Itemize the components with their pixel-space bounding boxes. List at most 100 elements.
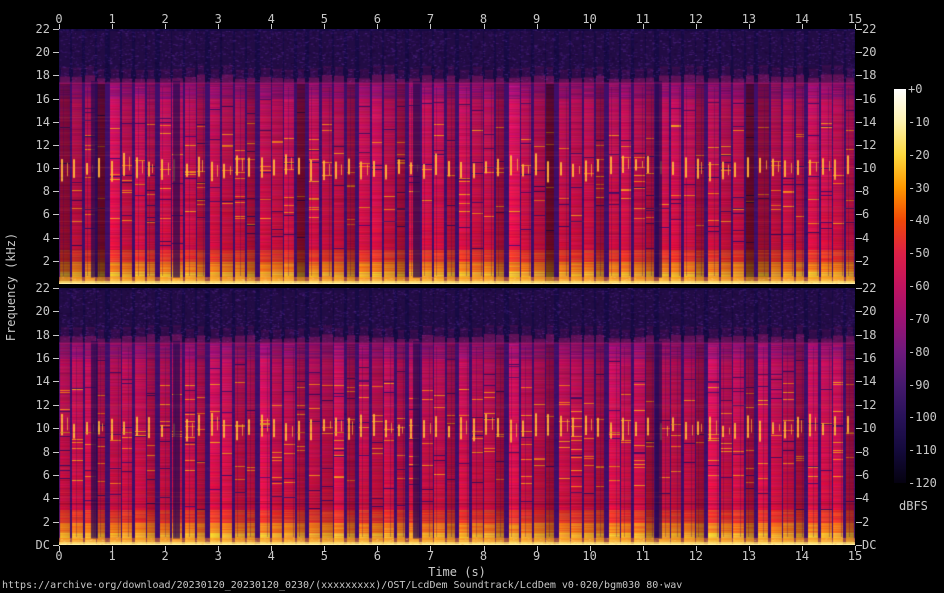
freq-tick-label-right: 8 [862,445,870,459]
colorbar-tick-label: -70 [908,311,930,326]
colorbar-tick-label: -110 [908,443,937,458]
time-tick-label-bottom: 2 [161,549,169,563]
freq-tick-label-left: 6 [42,207,50,221]
time-tick-label-bottom: 0 [55,549,63,563]
axis-tick [112,24,114,29]
spectrogram-channel-1 [59,29,855,284]
colorbar-tick-label: -50 [908,246,930,261]
axis-tick [53,545,59,546]
freq-tick-label-right: 18 [862,68,877,82]
freq-tick-label-right: 20 [862,304,877,318]
axis-tick [536,24,538,29]
axis-tick [377,24,379,29]
freq-tick-label-left: 10 [35,421,50,435]
axis-tick [53,358,59,359]
colorbar-tick-label: -60 [908,279,930,293]
colorbar-tick-label: -30 [908,180,930,195]
freq-tick-label-right: 16 [862,92,877,106]
freq-tick-label-right: 10 [862,161,877,175]
spectrogram-channel-2 [59,288,855,545]
axis-tick [53,288,59,289]
axis-tick [642,24,644,29]
source-url-text: https://archive·org/download/20230120_20… [2,580,683,591]
freq-tick-label-right: 22 [862,22,877,36]
axis-tick [53,381,59,382]
time-tick-label-bottom: 9 [532,549,541,563]
freq-tick-label-left: 12 [35,138,50,152]
freq-tick-label-left: 20 [35,45,50,59]
time-tick-label-bottom: 7 [426,549,435,563]
freq-tick-label-left: 10 [35,161,50,175]
freq-tick-label-left: 2 [42,515,50,529]
freq-dc-label-left: DC [35,538,50,552]
axis-tick [53,335,59,336]
colorbar-tick-label: -120 [908,476,937,490]
freq-tick-label-right: 20 [862,45,877,59]
axis-tick [748,24,750,29]
freq-tick-label-right: 22 [862,281,877,295]
axis-tick [695,24,697,29]
time-tick-label-bottom: 15 [847,549,863,563]
colorbar-tick-label: +0 [908,82,923,96]
colorbar-gradient [894,89,906,483]
time-tick-label-bottom: 5 [320,549,328,563]
freq-tick-label-right: 4 [862,231,870,245]
freq-tick-label-left: 16 [35,92,50,106]
axis-tick [53,168,59,169]
freq-tick-label-left: 4 [42,491,50,505]
axis-tick [53,452,59,453]
colorbar-tick-label: -10 [908,114,930,129]
time-tick-label-bottom: 13 [741,549,757,563]
freq-tick-label-right: 18 [862,328,877,342]
axis-tick [271,24,273,29]
freq-tick-label-left: 8 [42,445,50,459]
axis-tick [53,191,59,192]
axis-tick [59,24,60,29]
freq-tick-label-right: 16 [862,351,877,365]
axis-tick [483,24,485,29]
time-tick-label-bottom: 10 [582,549,597,563]
freq-tick-label-left: 12 [35,398,50,412]
freq-tick-label-left: 14 [35,115,50,129]
axis-tick [53,428,59,429]
axis-tick [53,261,59,262]
freq-tick-label-left: 14 [35,374,50,388]
colorbar-title: dBFS [899,499,928,513]
freq-tick-label-right: 2 [862,515,870,529]
freq-tick-label-right: 6 [862,207,870,221]
freq-tick-label-right: 6 [862,468,870,482]
axis-tick [53,29,59,30]
freq-tick-label-right: 12 [862,138,877,152]
freq-tick-label-left: 2 [42,254,50,268]
freq-tick-label-right: 10 [862,421,877,435]
freq-tick-label-left: 20 [35,304,50,318]
axis-tick [53,214,59,215]
freq-tick-label-left: 4 [42,231,50,245]
freq-tick-label-right: 2 [862,254,870,268]
time-tick-label-bottom: 4 [267,549,275,563]
colorbar-tick-label: -100 [908,410,937,425]
freq-dc-label-right: DC [862,538,877,552]
axis-tick [53,122,59,123]
freq-tick-label-left: 22 [35,22,50,36]
axis-tick [53,75,59,76]
freq-tick-label-right: 8 [862,184,870,198]
freq-tick-label-left: 22 [35,281,50,295]
freq-tick-label-right: 14 [862,115,877,129]
freq-tick-label-left: 18 [35,328,50,342]
freq-tick-label-left: 18 [35,68,50,82]
axis-tick [53,52,59,53]
axis-tick [218,24,220,29]
spectrogram-figure: Frequency (kHz) Time (s) dBFS https://ar… [0,0,944,593]
freq-tick-label-right: 14 [862,374,877,388]
colorbar-tick-label: -20 [908,147,930,162]
colorbar-tick-label: -90 [908,377,930,392]
time-tick-label-bottom: 6 [373,549,382,563]
freq-tick-label-left: 6 [42,468,50,482]
freq-tick-label-right: 12 [862,398,877,412]
colorbar-tick-label: -40 [908,213,930,228]
axis-tick [53,145,59,146]
time-tick-label-bottom: 1 [108,549,116,563]
time-tick-label-bottom: 3 [214,549,222,563]
freq-tick-label-right: 4 [862,491,870,505]
